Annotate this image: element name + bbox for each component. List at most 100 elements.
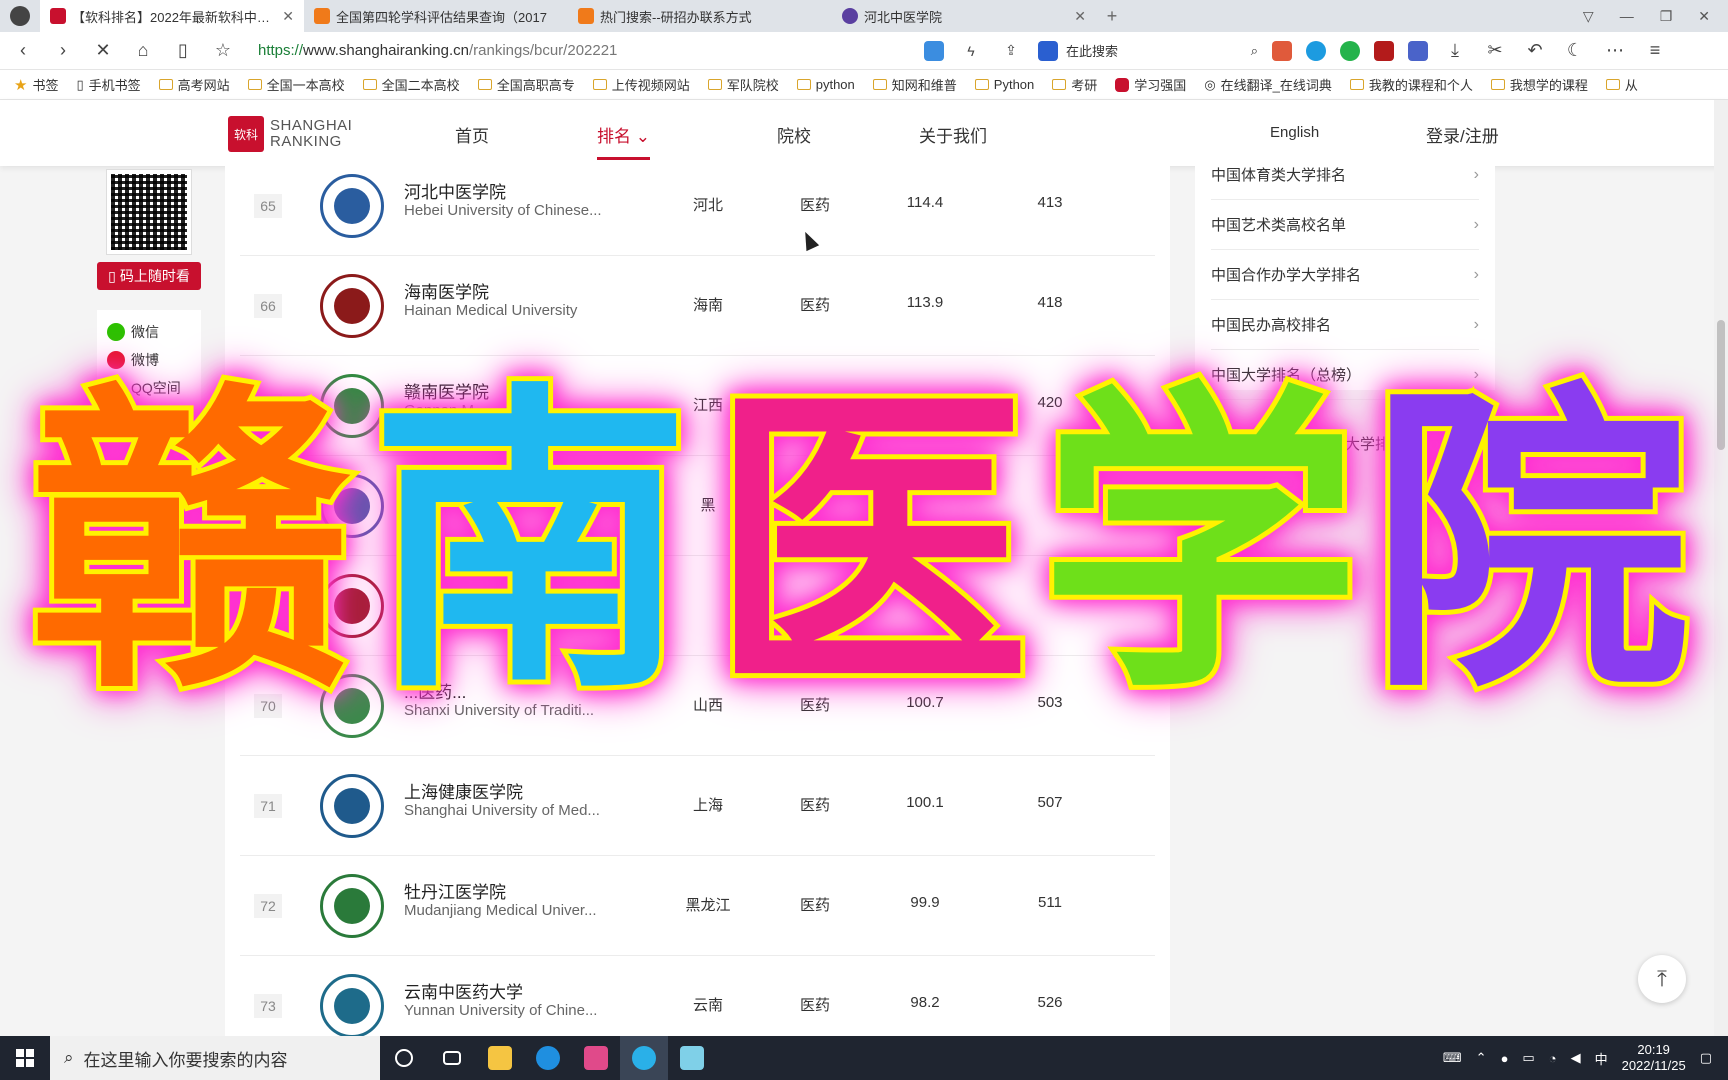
- profile-avatar[interactable]: [0, 0, 40, 32]
- screenshot-icon[interactable]: ✂: [1482, 38, 1508, 64]
- search-icon[interactable]: ⌕: [1251, 43, 1258, 59]
- bookmark-star-icon[interactable]: ☆: [210, 38, 236, 64]
- bookmark-folder[interactable]: python: [796, 77, 855, 92]
- pdf-icon[interactable]: [1374, 40, 1394, 61]
- table-row[interactable]: 65 河北中医学院 Hebei University of Chinese...…: [240, 156, 1155, 256]
- close-tab-icon[interactable]: ✕: [282, 8, 294, 25]
- new-tab-button[interactable]: +: [1096, 6, 1128, 27]
- bookmark-folder[interactable]: 从: [1605, 75, 1638, 94]
- site-logo[interactable]: 软科 SHANGHAI RANKING: [228, 116, 352, 152]
- translate-icon[interactable]: [1272, 40, 1292, 61]
- nav-home[interactable]: 首页: [455, 122, 489, 147]
- browser-icon[interactable]: [620, 1036, 668, 1080]
- table-row[interactable]: 73 云南中医药大学 Yunnan University of Chine...…: [240, 956, 1155, 1038]
- start-button[interactable]: [0, 1036, 50, 1080]
- back-icon[interactable]: ‹: [10, 38, 36, 64]
- stop-icon[interactable]: ✕: [90, 38, 116, 64]
- shirt-icon[interactable]: ▽: [1583, 8, 1594, 25]
- bookmark-item[interactable]: ◎ 在线翻译_在线词典: [1204, 75, 1332, 94]
- forward-icon[interactable]: ›: [50, 38, 76, 64]
- bookmark-folder[interactable]: 考研: [1052, 75, 1097, 94]
- university-name-cn[interactable]: 上海健康医学院: [404, 778, 523, 803]
- keyboard-icon[interactable]: ⌨: [1443, 1050, 1462, 1066]
- ime-indicator[interactable]: 中: [1595, 1049, 1608, 1068]
- close-window-icon[interactable]: ✕: [1698, 8, 1710, 25]
- reader-icon[interactable]: ▯: [170, 38, 196, 64]
- notification-icon[interactable]: ▢: [1700, 1050, 1712, 1066]
- bookmarks-bar: ★ 书签 ▯ 手机书签 高考网站 全国一本高校 全国二本高校 全国高职高专 上传视频…: [0, 70, 1728, 100]
- university-name-en: Hainan Medical University: [404, 302, 578, 319]
- address-bar[interactable]: https://www.shanghairanking.cn/rankings/…: [250, 42, 910, 59]
- extension-icon[interactable]: [924, 40, 944, 61]
- bookmark-folder[interactable]: 全国一本高校: [247, 75, 345, 94]
- browser-tab[interactable]: 河北中医学院 ✕: [832, 0, 1096, 32]
- sidebar-item[interactable]: 中国合作办学大学排名 ›: [1211, 250, 1479, 300]
- task-view-icon[interactable]: [428, 1036, 476, 1080]
- qr-view-button[interactable]: ▯ 码上随时看: [97, 262, 201, 290]
- bookmark-folder[interactable]: 知网和维普: [872, 75, 957, 94]
- minimize-icon[interactable]: —: [1620, 8, 1634, 25]
- share-wechat[interactable]: 微信: [107, 318, 191, 346]
- home-icon[interactable]: ⌂: [130, 38, 156, 64]
- download-icon[interactable]: ⤓: [1442, 38, 1468, 64]
- table-row[interactable]: 71 上海健康医学院 Shanghai University of Med...…: [240, 756, 1155, 856]
- share-icon[interactable]: ⇪: [998, 38, 1024, 64]
- bookmark-folder[interactable]: 军队院校: [707, 75, 779, 94]
- sidebar-item[interactable]: 中国民办高校排名 ›: [1211, 300, 1479, 350]
- login-register-link[interactable]: 登录/注册: [1426, 122, 1499, 147]
- bookmark-item[interactable]: ▯ 手机书签: [76, 75, 140, 94]
- table-row[interactable]: 66 海南医学院 Hainan Medical University 海南 医药…: [240, 256, 1155, 356]
- extension-icon[interactable]: [1306, 40, 1326, 61]
- logo-mark: 软科: [228, 116, 264, 152]
- app-icon[interactable]: [572, 1036, 620, 1080]
- scrollbar-thumb[interactable]: [1717, 320, 1725, 450]
- page-scrollbar[interactable]: [1714, 100, 1728, 1036]
- language-english-link[interactable]: English: [1270, 124, 1319, 141]
- taskbar-search[interactable]: ⌕ 在这里输入你要搜索的内容: [50, 1036, 380, 1080]
- nav-institutions[interactable]: 院校: [777, 122, 811, 147]
- bookmark-folder[interactable]: 全国二本高校: [362, 75, 460, 94]
- sidebar-item[interactable]: 中国体育类大学排名 ›: [1211, 150, 1479, 200]
- bookmark-folder[interactable]: 我想学的课程: [1490, 75, 1588, 94]
- battery-icon[interactable]: ▭: [1522, 1050, 1534, 1066]
- table-row[interactable]: 72 牡丹江医学院 Mudanjiang Medical Univer... 黑…: [240, 856, 1155, 956]
- chevron-up-icon[interactable]: ⌃: [1476, 1050, 1487, 1066]
- volume-icon[interactable]: ◀: [1571, 1050, 1581, 1066]
- browser-tab[interactable]: 热门搜索--研招办联系方式: [568, 0, 832, 32]
- bookmark-folder[interactable]: 高考网站: [158, 75, 230, 94]
- sidebar-item[interactable]: 中国艺术类高校名单 ›: [1211, 200, 1479, 250]
- undo-icon[interactable]: ↶: [1522, 38, 1548, 64]
- nav-about[interactable]: 关于我们: [919, 122, 987, 147]
- bookmark-folder[interactable]: Python: [974, 77, 1034, 92]
- bookmark-folder[interactable]: 上传视频网站: [592, 75, 690, 94]
- nav-rankings[interactable]: 排名 ⌄: [597, 122, 650, 160]
- lightning-icon[interactable]: ϟ: [958, 38, 984, 64]
- edge-icon[interactable]: [524, 1036, 572, 1080]
- back-to-top-button[interactable]: ⤒: [1638, 955, 1686, 1003]
- clock[interactable]: 20:19 2022/11/25: [1622, 1042, 1686, 1074]
- wifi-icon[interactable]: ◔: [1549, 1051, 1557, 1066]
- browser-tab[interactable]: 【软科排名】2022年最新软科中国大 ✕: [40, 0, 304, 32]
- phone-icon: ▯: [76, 76, 84, 92]
- extension-icon[interactable]: [1340, 40, 1360, 61]
- bookmark-folder[interactable]: 全国高职高专: [477, 75, 575, 94]
- file-explorer-icon[interactable]: [476, 1036, 524, 1080]
- university-name-cn[interactable]: 河北中医学院: [404, 178, 506, 203]
- university-name-cn[interactable]: 牡丹江医学院: [404, 878, 506, 903]
- university-name-cn[interactable]: 云南中医药大学: [404, 978, 523, 1003]
- bookmark-item[interactable]: ★ 书签: [14, 75, 58, 94]
- microphone-icon[interactable]: ●: [1501, 1051, 1509, 1066]
- menu-icon[interactable]: ≡: [1642, 38, 1668, 64]
- bookmark-folder[interactable]: 我教的课程和个人: [1349, 75, 1473, 94]
- university-name-cn[interactable]: 海南医学院: [404, 278, 489, 303]
- browser-tab[interactable]: 全国第四轮学科评估结果查询（2017: [304, 0, 568, 32]
- search-box[interactable]: 在此搜索 ⌕: [1038, 40, 1258, 61]
- more-icon[interactable]: ⋯: [1602, 38, 1628, 64]
- cortana-icon[interactable]: [380, 1036, 428, 1080]
- app-icon[interactable]: [668, 1036, 716, 1080]
- bookmark-item[interactable]: 学习强国: [1115, 75, 1186, 94]
- extension-icon[interactable]: [1408, 40, 1428, 61]
- close-tab-icon[interactable]: ✕: [1074, 8, 1086, 25]
- restore-icon[interactable]: ❐: [1660, 8, 1673, 25]
- night-mode-icon[interactable]: ☾: [1562, 38, 1588, 64]
